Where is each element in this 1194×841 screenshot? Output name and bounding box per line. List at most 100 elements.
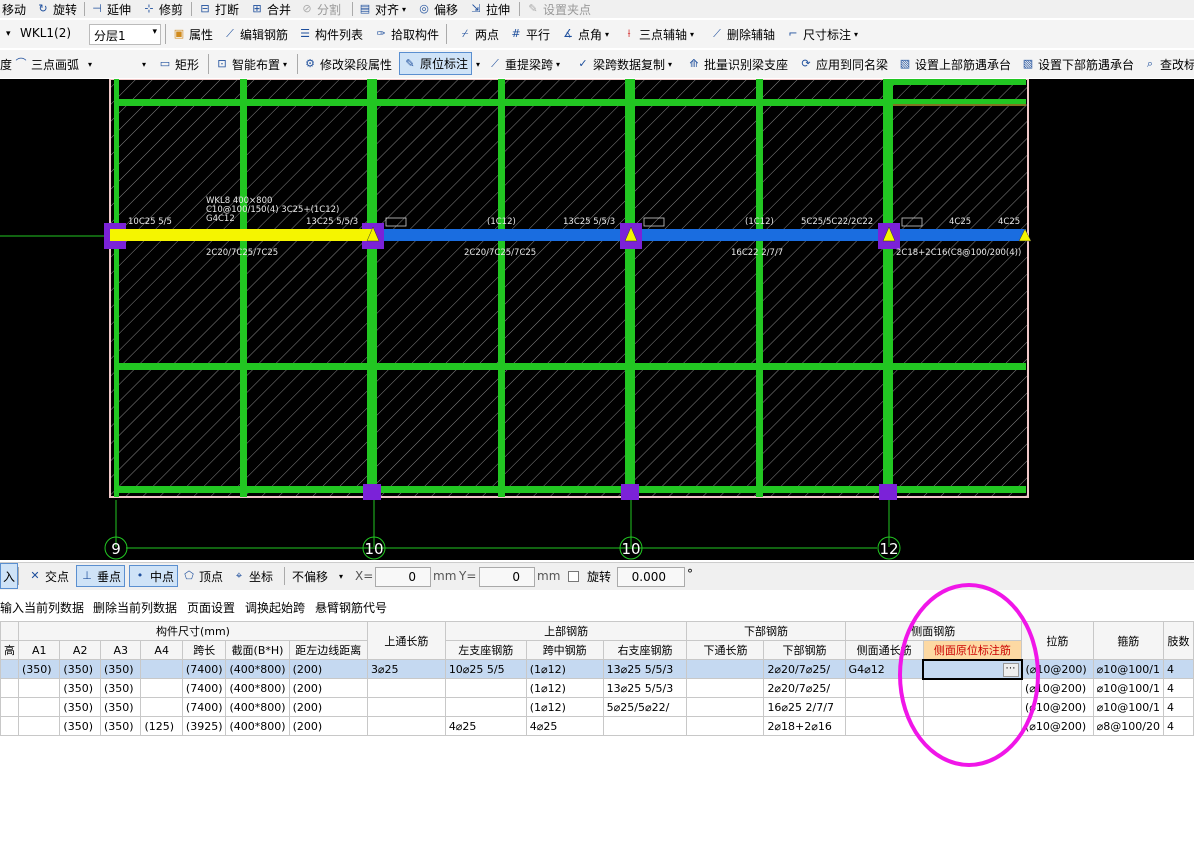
table-cell[interactable]: 5⌀25/5⌀22/ [602, 697, 688, 717]
table-cell[interactable]: (350) [99, 678, 142, 698]
col-header[interactable]: A1 [17, 640, 61, 660]
batch-identify-button[interactable]: ⟰ 批量识别梁支座 [687, 50, 788, 78]
input-column-button[interactable]: 输入当前列数据 [0, 599, 84, 616]
table-cell[interactable]: (⌀10@200) [1021, 659, 1094, 679]
table-cell[interactable] [686, 659, 765, 679]
table-cell[interactable] [922, 716, 1023, 736]
snap-in-button[interactable]: 入 [0, 563, 19, 589]
two-points-button[interactable]: ⌿ 两点 [458, 20, 499, 48]
smart-layout-button[interactable]: ⊡ 智能布置 ▾ [215, 50, 287, 78]
three-point-arc-button[interactable]: ⌒ 三点画弧 ▾ [14, 50, 93, 78]
table-cell[interactable] [366, 697, 446, 717]
table-cell[interactable]: ⌀8@100/20 [1092, 716, 1164, 736]
table-cell[interactable]: 4 [1162, 678, 1194, 698]
table-cell[interactable]: (⌀10@200) [1021, 678, 1094, 698]
table-cell[interactable] [444, 697, 527, 717]
edit-rebar-button[interactable]: ⟋ 编辑钢筋 [223, 20, 288, 48]
table-cell[interactable] [602, 716, 688, 736]
extend-button[interactable]: ⊣ 延伸 [90, 0, 131, 18]
table-cell[interactable]: ⋯ [922, 658, 1023, 680]
table-cell[interactable] [17, 716, 61, 736]
table-cell[interactable]: (350) [59, 659, 101, 679]
table-cell[interactable]: 10⌀25 5/5 [444, 659, 527, 679]
col-header[interactable]: 截面(B*H) [225, 640, 290, 660]
table-cell[interactable]: ⌀10@100/1 [1092, 678, 1164, 698]
table-cell[interactable]: ⌀10@100/1 [1092, 659, 1164, 679]
table-cell[interactable]: (⌀10@200) [1021, 697, 1094, 717]
table-cell[interactable]: (400*800) [225, 716, 290, 736]
move-button[interactable]: 移动 [2, 0, 26, 18]
table-row[interactable]: (350) (350) (7400) (400*800) (200) (1⌀12) 5⌀25… [0, 697, 1194, 717]
col-header[interactable]: 下通长筋 [686, 640, 765, 660]
dimension-button[interactable]: ⌐ 尺寸标注 ▾ [786, 20, 858, 48]
table-cell[interactable]: 13⌀25 5/5/3 [602, 678, 688, 698]
delete-axis-button[interactable]: ⟋ 删除辅轴 [710, 20, 775, 48]
set-bottom-button[interactable]: ▧ 设置下部筋遇承台 [1021, 50, 1134, 78]
table-cell[interactable]: 4⌀25 [444, 716, 527, 736]
re-span-button[interactable]: ⟋ 重提梁跨 ▾ [488, 50, 560, 78]
table-cell[interactable]: 2⌀18+2⌀16 [763, 716, 846, 736]
table-cell[interactable]: (350) [99, 697, 142, 717]
table-cell[interactable] [686, 716, 765, 736]
set-grip-button[interactable]: ✎ 设置夹点 [526, 0, 591, 18]
page-setup-button[interactable]: 页面设置 [187, 599, 235, 616]
check-button[interactable]: ⌕ 查改标 [1143, 50, 1194, 78]
table-cell[interactable]: (350) [99, 716, 142, 736]
table-cell[interactable]: 4 [1162, 716, 1194, 736]
col-header[interactable]: A3 [99, 640, 142, 660]
stretch-button[interactable]: ⇲ 拉伸 [469, 0, 510, 18]
parallel-button[interactable]: # 平行 [509, 20, 550, 48]
table-cell[interactable] [0, 678, 19, 698]
table-cell[interactable] [844, 716, 924, 736]
rotate-checkbox[interactable] [568, 571, 579, 582]
table-cell[interactable] [844, 678, 924, 698]
table-cell[interactable]: (200) [288, 716, 368, 736]
table-cell[interactable]: (125) [140, 716, 183, 736]
rect-button[interactable]: ▭ 矩形 [158, 50, 199, 78]
table-cell[interactable] [140, 659, 183, 679]
col-header[interactable]: A4 [140, 640, 183, 660]
table-cell[interactable]: 2⌀20/7⌀25/ [763, 678, 846, 698]
table-cell[interactable] [17, 697, 61, 717]
table-cell[interactable]: (400*800) [225, 697, 290, 717]
table-cell[interactable] [0, 697, 19, 717]
table-cell[interactable]: (1⌀12) [525, 697, 604, 717]
in-situ-annotation-button[interactable]: ✎ 原位标注 [399, 52, 473, 75]
table-cell[interactable]: (350) [59, 678, 101, 698]
table-row[interactable]: (350) (350) (7400) (400*800) (200) (1⌀12) 13⌀2… [0, 678, 1194, 698]
apply-same-button[interactable]: ⟳ 应用到同名梁 [799, 50, 888, 78]
table-cell[interactable]: (400*800) [225, 678, 290, 698]
col-header[interactable]: 跨长 [181, 640, 227, 660]
table-cell[interactable] [366, 678, 446, 698]
pick-component-button[interactable]: ✑ 拾取构件 [374, 20, 439, 48]
table-cell[interactable]: 4⌀25 [525, 716, 604, 736]
table-cell[interactable]: (7400) [181, 678, 227, 698]
table-cell[interactable]: (3925) [181, 716, 227, 736]
table-cell[interactable]: (1⌀12) [525, 659, 604, 679]
col-header[interactable]: 跨中钢筋 [525, 640, 604, 660]
table-cell[interactable]: (350) [17, 659, 61, 679]
dropdown-arrow-icon[interactable]: ▾ [6, 20, 11, 48]
swap-start-span-button[interactable]: 调换起始跨 [245, 599, 305, 616]
col-header[interactable]: 高 [0, 640, 19, 660]
table-cell[interactable] [140, 697, 183, 717]
truncated-item[interactable]: 度 [0, 50, 12, 78]
table-cell[interactable] [140, 678, 183, 698]
property-button[interactable]: ▣ 属性 [172, 20, 213, 48]
table-cell[interactable] [922, 678, 1023, 698]
table-cell[interactable]: 2⌀20/7⌀25/ [763, 659, 846, 679]
snap-perp-button[interactable]: ⊥ 垂点 [76, 565, 126, 587]
table-cell[interactable]: 13⌀25 5/5/3 [602, 659, 688, 679]
table-cell[interactable]: 16⌀25 2/7/7 [763, 697, 846, 717]
plan-drawing[interactable]: 9 10 10 12 WKL8 400×800 C10@100/150(4) 3… [0, 79, 1194, 560]
break-button[interactable]: ⊟ 打断 [198, 0, 239, 18]
snap-coord-button[interactable]: ⌖ 坐标 [232, 563, 273, 589]
table-cell[interactable]: (7400) [181, 697, 227, 717]
table-cell[interactable]: 3⌀25 [366, 659, 446, 679]
table-cell[interactable]: G4⌀12 [844, 659, 924, 679]
table-cell[interactable]: 4 [1162, 659, 1194, 679]
table-cell[interactable] [686, 678, 765, 698]
table-cell[interactable]: 4 [1162, 697, 1194, 717]
table-cell[interactable]: (350) [59, 697, 101, 717]
point-angle-button[interactable]: ∡ 点角 ▾ [561, 20, 609, 48]
